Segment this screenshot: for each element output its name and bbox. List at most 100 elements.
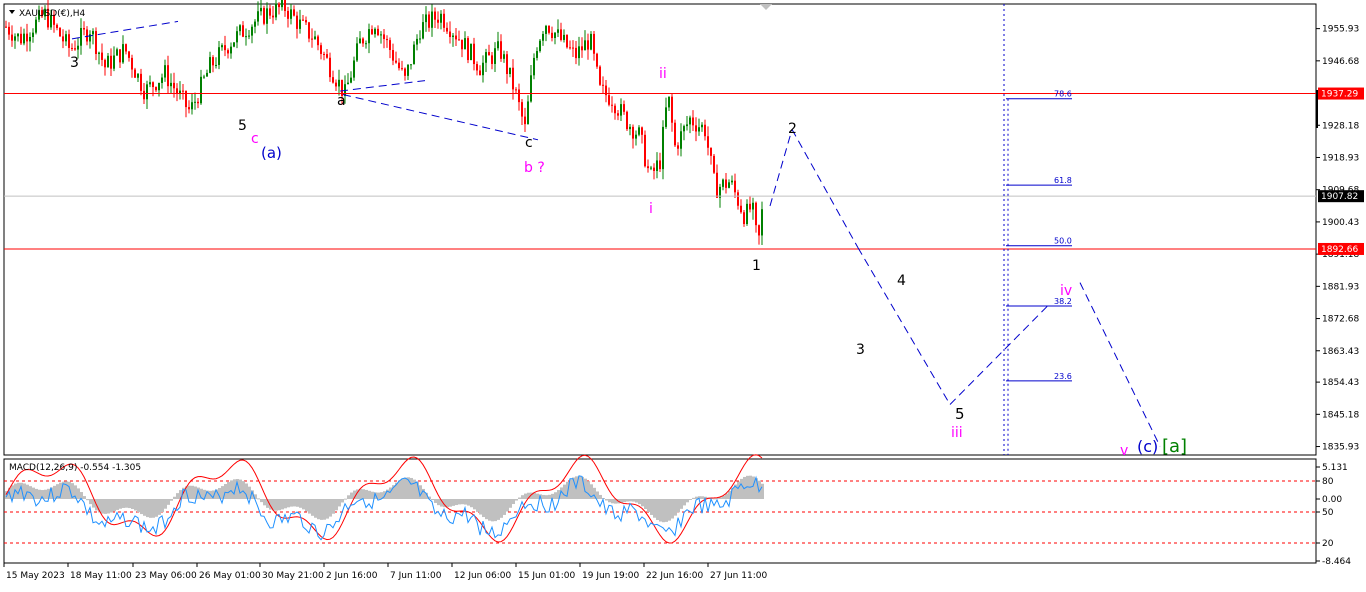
candle-body <box>449 31 451 38</box>
candle-body <box>638 127 640 135</box>
candle-body <box>488 52 490 56</box>
candle-body <box>314 36 316 40</box>
price-tick-label: 1946.68 <box>1322 57 1359 67</box>
candle-body <box>497 41 499 49</box>
candle-body <box>26 33 28 42</box>
macd-tick-label: 50 <box>1322 508 1334 518</box>
wave-label: iv <box>1060 283 1072 299</box>
macd-bar <box>545 495 548 499</box>
candle-body <box>407 64 409 76</box>
macd-tick-label: 0.00 <box>1322 495 1342 505</box>
candle-body <box>5 26 7 28</box>
macd-bar <box>638 499 641 505</box>
macd-bar <box>320 499 323 520</box>
candle-body <box>698 127 700 132</box>
time-tick-label: 27 Jun 11:00 <box>710 571 767 581</box>
candle-body <box>11 34 13 41</box>
candle-body <box>305 20 307 23</box>
price-chart[interactable]: 78.661.850.038.223.635c(a)acb ?iii12435i… <box>0 0 1366 588</box>
candle-body <box>329 57 331 78</box>
time-tick-label: 2 Jun 16:00 <box>326 571 378 581</box>
macd-bar <box>587 481 590 499</box>
candle-body <box>419 38 421 40</box>
candle-body <box>221 45 223 48</box>
candle-body <box>137 73 139 78</box>
candle-body <box>80 27 82 46</box>
candle-body <box>701 124 703 128</box>
macd-bar <box>641 499 644 507</box>
macd-bar <box>506 499 509 512</box>
macd-bar <box>308 499 311 514</box>
macd-bar <box>632 499 635 502</box>
time-tick-label: 12 Jun 06:00 <box>454 571 511 581</box>
macd-label: MACD(12,26,9) -0.554 -1.305 <box>9 463 141 473</box>
candle-body <box>266 8 268 24</box>
fib-level-label: 50.0 <box>1054 237 1072 246</box>
candle-body <box>83 27 85 30</box>
candle-body <box>278 3 280 8</box>
macd-bar <box>257 498 260 500</box>
candle-body <box>143 90 145 100</box>
candle-body <box>374 28 376 35</box>
candle-body <box>365 43 367 45</box>
candle-body <box>695 125 697 132</box>
macd-bar <box>260 499 263 503</box>
macd-bar <box>542 494 545 499</box>
candle-body <box>212 57 214 66</box>
candle-body <box>560 29 562 40</box>
macd-bar <box>563 484 566 499</box>
macd-bar <box>740 478 743 499</box>
chart-window[interactable]: 78.6 61.8 50.0 38.2 23.6 3 5 c (a) a c b ? ii i 1 2 4 3 5 i… <box>0 0 1366 588</box>
candle-body <box>716 172 718 198</box>
price-marker-label: 1892.66 <box>1321 245 1358 255</box>
candle-body <box>437 19 439 23</box>
candle-body <box>566 34 568 48</box>
candle-body <box>17 33 19 37</box>
macd-bar <box>314 499 317 518</box>
wave-label: 5 <box>238 118 247 134</box>
candle-body <box>149 82 151 85</box>
macd-bar <box>137 499 140 513</box>
candle-body <box>503 54 505 59</box>
macd-bar <box>521 495 524 499</box>
candle-body <box>665 107 667 127</box>
candle-body <box>758 225 760 236</box>
macd-bar <box>125 499 128 508</box>
candle-body <box>425 14 427 23</box>
macd-bar <box>317 499 320 520</box>
macd-bar <box>431 499 434 501</box>
candle-body <box>752 202 754 210</box>
candle-body <box>431 11 433 28</box>
candle-body <box>689 117 691 125</box>
macd-bar <box>656 499 659 520</box>
candle-body <box>761 209 763 236</box>
macd-tick-label: -8.464 <box>1322 557 1351 567</box>
candle-body <box>158 82 160 91</box>
candle-body <box>104 59 106 68</box>
candle-body <box>353 60 355 78</box>
candle-body <box>710 147 712 156</box>
candle-body <box>530 75 532 102</box>
wave-label: c <box>525 135 533 151</box>
macd-bar <box>83 496 86 499</box>
macd-bar <box>488 499 491 521</box>
macd-bar <box>461 499 464 505</box>
candle-body <box>482 62 484 76</box>
candle-body <box>383 34 385 39</box>
macd-bar <box>338 499 341 507</box>
macd-tick-label: 20 <box>1322 539 1334 549</box>
candle-body <box>272 15 274 18</box>
macd-bar <box>176 493 179 499</box>
candle-body <box>113 55 115 69</box>
macd-bar <box>548 494 551 499</box>
candle-body <box>713 155 715 173</box>
candle-body <box>659 160 661 170</box>
macd-bar <box>104 499 107 514</box>
candle-body <box>320 45 322 54</box>
macd-bar <box>296 499 299 507</box>
candle-body <box>338 79 340 87</box>
candle-body <box>563 34 565 40</box>
candle-body <box>674 122 676 146</box>
candle-body <box>125 44 127 52</box>
candle-body <box>569 47 571 49</box>
